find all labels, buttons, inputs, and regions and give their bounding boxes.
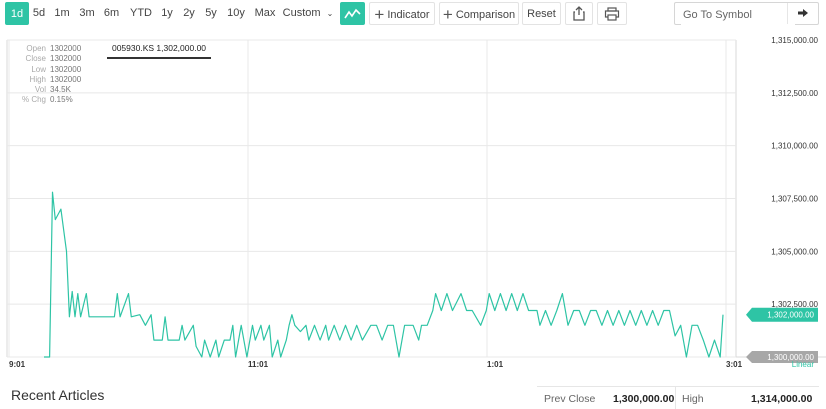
plus-icon: + (374, 5, 385, 24)
comparison-button[interactable]: + Comparison (439, 2, 519, 25)
crosshair-tooltip: 005930.KS 1,302,000.00 (107, 41, 211, 59)
high-label: High (682, 393, 704, 405)
open-value: 1302000 (50, 44, 82, 53)
printer-icon (604, 7, 620, 21)
range-5y-button[interactable]: 5y (201, 2, 221, 25)
range-6m-button[interactable]: 6m (100, 2, 123, 25)
y-tick-label: 1,305,000.00 (771, 247, 818, 256)
share-icon (573, 6, 585, 21)
range-2y-button[interactable]: 2y (179, 2, 199, 25)
y-tick-label: 1,315,000.00 (771, 36, 818, 45)
chart-canvas: 1,315,000.00 1,312,500.00 1,310,000.00 1,30… (6, 36, 826, 369)
x-tick-label: 11:01 (248, 360, 269, 369)
indicator-label: Indicator (387, 9, 430, 21)
scale-mode-label: Linear (792, 360, 815, 369)
range-10y-button[interactable]: 10y (223, 2, 249, 25)
comparison-label: Comparison (455, 9, 516, 21)
stats-divider (675, 387, 676, 409)
range-max-button[interactable]: Max (252, 2, 278, 25)
go-to-symbol-field (674, 2, 819, 25)
open-label: Open (26, 44, 46, 53)
custom-range-label: Custom (282, 7, 321, 19)
change-label: % Chg (21, 95, 46, 105)
volume-label: Vol (34, 85, 46, 95)
low-label: Low (31, 64, 46, 74)
reset-button[interactable]: Reset (522, 2, 561, 25)
print-button[interactable] (597, 2, 627, 25)
line-chart-icon (344, 8, 361, 19)
volume-value: 34.5K (50, 85, 71, 95)
stats-row: Prev Close 1,300,000.00 High 1,314,000.0… (537, 386, 819, 409)
range-1y-button[interactable]: 1y (157, 2, 177, 25)
close-label: Close (25, 54, 46, 64)
price-line (44, 191, 724, 358)
high-value: 1,314,000.00 (751, 393, 813, 405)
y-tick-label: 1,307,500.00 (771, 195, 818, 204)
low-value: 1302000 (50, 64, 82, 74)
prev-close-label: Prev Close (544, 393, 596, 405)
share-button[interactable] (565, 2, 593, 25)
go-button[interactable] (787, 3, 818, 24)
arrow-right-icon (798, 9, 808, 17)
change-value: 0.15% (50, 95, 73, 105)
range-3m-button[interactable]: 3m (76, 2, 98, 25)
chevron-down-icon: ⌄ (326, 9, 334, 18)
y-tick-label: 1,310,000.00 (771, 142, 818, 151)
range-1d-button[interactable]: 1d (5, 2, 29, 25)
indicator-button[interactable]: + Indicator (369, 2, 435, 25)
chart-toolbar: 1d 5d 1m 3m 6m YTD 1y 2y 5y 10y Max Cust… (0, 0, 826, 28)
range-1m-button[interactable]: 1m (51, 2, 73, 25)
close-value: 1302000 (50, 54, 82, 64)
symbol-search-input[interactable] (681, 4, 795, 25)
high-label: High (29, 74, 46, 84)
x-tick-label: 9:01 (9, 360, 26, 369)
high-value: 1302000 (50, 74, 82, 84)
plus-icon: + (442, 5, 453, 24)
chart-type-button[interactable] (340, 2, 365, 25)
x-tick-label: 1:01 (487, 360, 504, 369)
custom-range-dropdown[interactable]: Custom ⌄ (280, 2, 336, 25)
range-5d-button[interactable]: 5d (29, 2, 49, 25)
recent-articles-heading: Recent Articles (11, 387, 105, 403)
price-chart[interactable]: 1,315,000.00 1,312,500.00 1,310,000.00 1,30… (0, 28, 826, 373)
current-price-tag-label: 1,302,000.00 (767, 311, 814, 320)
range-ytd-button[interactable]: YTD (126, 2, 156, 25)
x-tick-label: 3:01 (726, 360, 743, 369)
ohlc-panel: Open 1302000 Close 1302000 Low 1302000 High… (14, 44, 81, 106)
prev-close-value: 1,300,000.00 (613, 393, 675, 405)
footer: Recent Articles Prev Close 1,300,000.00 … (0, 383, 826, 409)
y-tick-label: 1,312,500.00 (771, 89, 818, 98)
